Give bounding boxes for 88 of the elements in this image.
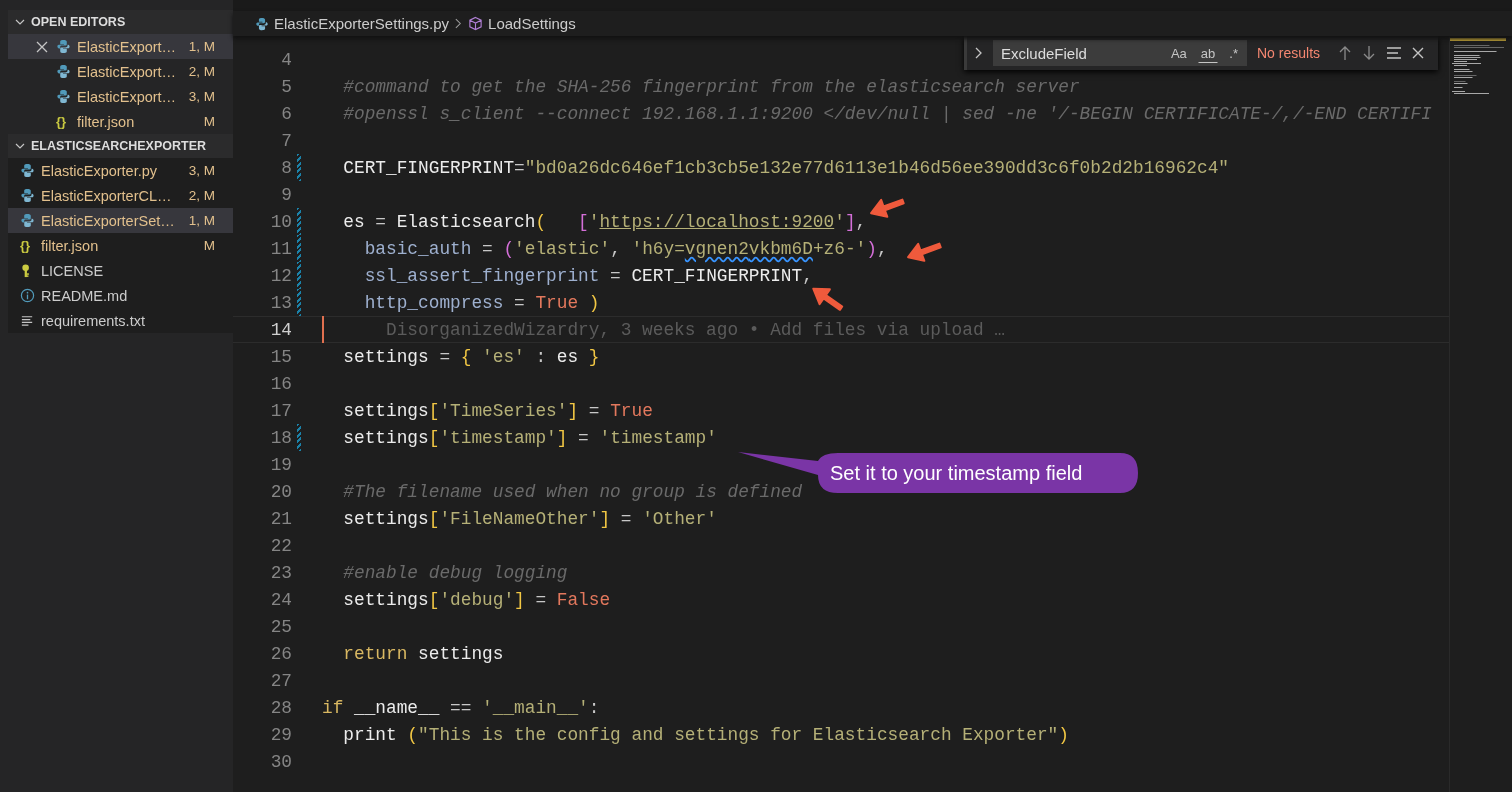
code-line: if __name__ == '__main__': <box>322 697 600 718</box>
file-item[interactable]: ElasticExporterCL… 2, M <box>8 183 233 208</box>
code-line: settings = { 'es' : es } <box>342 346 600 367</box>
code-line: http_compress = True ) <box>363 292 600 313</box>
line-number: 14 <box>269 319 292 340</box>
option-toggle[interactable]: Aa <box>1167 43 1190 63</box>
python-icon <box>20 188 35 203</box>
line-number: 24 <box>269 589 292 610</box>
cube-icon <box>468 16 484 31</box>
code-comment: #enable debug logging <box>342 562 568 583</box>
chevron-icon <box>15 141 25 151</box>
line-number: 7 <box>280 130 292 151</box>
line-number: 16 <box>269 373 292 394</box>
line-number: 10 <box>269 211 292 232</box>
code-line: settings['timestamp'] = 'timestamp' <box>342 427 717 448</box>
line-number: 28 <box>269 697 292 718</box>
line-number: 8 <box>280 157 292 178</box>
line-number: 27 <box>269 670 292 691</box>
line-number: 6 <box>280 103 292 124</box>
line-number: 15 <box>269 346 292 367</box>
code-comment: #openssl s_client --connect 192.168.1.1:9200 </dev/null | sed -ne '/-BEGIN CERTIFICATE-/,/-END CERTIFI <box>342 103 1432 124</box>
code-line: ssl_assert_fingerprint = CERT_FINGERPRINT, <box>363 265 813 286</box>
line-number: 26 <box>269 643 292 664</box>
arrow <box>812 287 844 311</box>
code-line: print ("This is the config and settings for Elasticsearch Exporter") <box>342 724 1069 745</box>
python-icon <box>56 64 71 79</box>
code-line: settings['TimeSeries'] = True <box>342 400 653 421</box>
close-icon[interactable] <box>36 40 48 53</box>
python-icon <box>56 89 71 104</box>
breadcrumb-item[interactable]: ElasticExporterSettings.py <box>255 15 450 32</box>
code-comment: #command to get the SHA-256 fingerprint from the elasticsearch server <box>342 76 1080 97</box>
line-number: 21 <box>269 508 292 529</box>
callout-text: Set it to your timestamp field <box>830 462 1083 485</box>
code-line: CERT_FINGERPRINT="bd0a26dc646ef1cb3cb5e132e77d6113e1b46d56ee390dd3c6f0b2d2b16962c4" <box>342 157 1229 178</box>
line-number: 4 <box>280 49 292 70</box>
code-comment: #The filename used when no group is defined <box>342 481 803 502</box>
code-line: settings['FileNameOther'] = 'Other' <box>342 508 717 529</box>
section-header[interactable]: ELASTICSEARCHEXPORTER <box>8 134 233 158</box>
json-icon: {} <box>20 238 35 253</box>
line-number: 5 <box>280 76 292 97</box>
file-item[interactable]: README.md <box>8 283 233 308</box>
option-toggle[interactable]: .* <box>1226 43 1241 63</box>
selection-icon[interactable] <box>1386 46 1403 60</box>
line-number: 17 <box>269 400 292 421</box>
file-item[interactable]: requirements.txt <box>8 308 233 333</box>
arrow <box>907 242 942 262</box>
lines-icon <box>20 313 35 328</box>
section-header[interactable]: OPEN EDITORS <box>8 10 233 34</box>
arrow-down-icon[interactable] <box>1362 45 1377 61</box>
file-item[interactable]: ElasticExporter.py 3, M <box>8 158 233 183</box>
text-cursor <box>322 316 324 343</box>
line-number: 18 <box>269 427 292 448</box>
line-number: 19 <box>269 454 292 475</box>
code-line: basic_auth = ('elastic', 'h6y=vgnen2vkbm6D+z6-'), <box>363 238 888 259</box>
file-item[interactable]: ElasticExport… 1, M <box>8 34 233 59</box>
file-item[interactable]: LICENSE <box>8 258 233 283</box>
chevron-icon <box>15 17 25 27</box>
option-toggle[interactable]: ab <box>1197 43 1219 63</box>
arrow <box>870 198 905 218</box>
line-number: 20 <box>269 481 292 502</box>
search-field[interactable]: ExcludeField Aa ab .* <box>993 40 1247 66</box>
close-icon[interactable] <box>1412 47 1425 59</box>
file-item[interactable]: {} filter.json M <box>8 233 233 258</box>
file-item[interactable]: ElasticExporterSet… 1, M <box>8 208 233 233</box>
line-number: 11 <box>269 238 292 259</box>
line-number: 29 <box>269 724 292 745</box>
line-number: 13 <box>269 292 292 313</box>
result-count: No results <box>1257 45 1321 61</box>
python-icon <box>255 16 269 31</box>
json-icon: {} <box>56 114 71 129</box>
chevron-icon[interactable] <box>975 47 983 59</box>
line-number: 9 <box>280 184 292 205</box>
info-icon <box>20 288 35 303</box>
line-number: 25 <box>269 616 292 637</box>
line-number: 30 <box>269 751 292 772</box>
python-icon <box>20 213 35 228</box>
breadcrumb-item[interactable]: LoadSettings <box>468 15 576 32</box>
blame-annotation: DisorganizedWizardry, 3 weeks ago • Add files via upload … <box>386 319 1005 340</box>
chevron-icon <box>455 18 463 29</box>
line-number: 23 <box>269 562 292 583</box>
line-number: 12 <box>269 265 292 286</box>
code-line: settings['debug'] = False <box>342 589 611 610</box>
code-line: es = Elasticsearch( ['https://localhost:9200'], <box>342 211 867 232</box>
python-icon <box>20 163 35 178</box>
code-line: return settings <box>342 643 504 664</box>
python-icon <box>56 39 71 54</box>
line-number: 22 <box>269 535 292 556</box>
arrow-up-icon[interactable] <box>1338 45 1353 61</box>
